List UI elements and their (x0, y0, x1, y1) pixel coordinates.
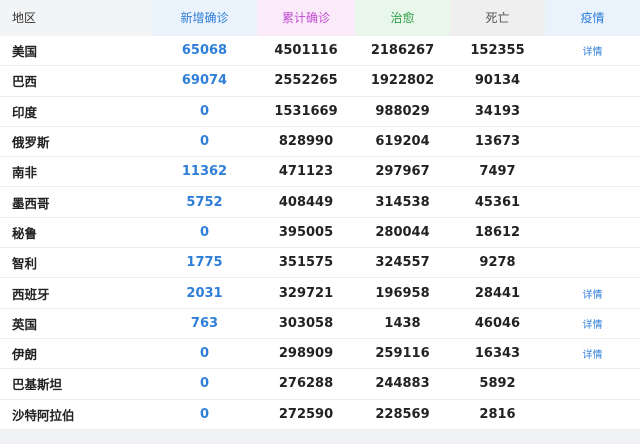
total-cases-cell: 276288 (278, 376, 334, 392)
table-row: 伊朗 0 298909 259116 16343 详情 (0, 339, 640, 370)
total-cases-cell: 471123 (278, 164, 334, 180)
cured-cell: 297967 (375, 164, 430, 180)
total-cases-cell: 1531669 (274, 103, 338, 119)
region-cell: 西班牙 (12, 286, 50, 302)
deaths-cell: 45361 (474, 194, 521, 210)
region-cell: 南非 (12, 165, 38, 181)
table-row: 俄罗斯 0 828990 619204 13673 (0, 127, 640, 158)
region-cell: 巴西 (12, 74, 38, 90)
table-row: 南非 11362 471123 297967 7497 (0, 157, 640, 188)
total-cases-cell: 303058 (278, 315, 334, 331)
table-row: 巴基斯坦 0 276288 244883 5892 (0, 369, 640, 400)
region-cell: 伊朗 (12, 347, 38, 363)
new-cases-cell: 1775 (186, 255, 223, 271)
table-row: 墨西哥 5752 408449 314538 45361 (0, 187, 640, 218)
total-cases-cell: 329721 (278, 285, 334, 301)
total-cases-cell: 2552265 (274, 73, 338, 89)
epidemic-table: 地区 新增确诊 累计确诊 治愈 死亡 疫情 美国 65068 4501116 2186… (0, 0, 640, 430)
cured-cell: 2186267 (370, 43, 435, 59)
cured-cell: 1438 (384, 315, 421, 331)
cured-cell: 259116 (375, 346, 430, 362)
deaths-cell: 152355 (470, 43, 525, 59)
detail-link[interactable]: 详情 (545, 316, 640, 331)
table-row: 西班牙 2031 329721 196958 28441 详情 (0, 278, 640, 309)
deaths-cell: 34193 (474, 103, 521, 119)
region-cell: 秘鲁 (12, 225, 38, 241)
detail-link[interactable]: 详情 (545, 43, 640, 58)
region-cell: 美国 (12, 44, 38, 60)
new-cases-cell: 0 (199, 103, 210, 119)
table-row: 英国 763 303058 1438 46046 详情 (0, 309, 640, 339)
detail-link[interactable]: 详情 (545, 346, 640, 361)
deaths-cell: 7497 (479, 164, 516, 180)
table-row: 美国 65068 4501116 2186267 152355 详情 (0, 36, 640, 67)
region-cell: 智利 (12, 256, 38, 272)
new-cases-cell: 0 (199, 346, 210, 362)
table-row: 秘鲁 0 395005 280044 18612 (0, 218, 640, 249)
new-cases-cell: 0 (199, 224, 210, 240)
new-cases-cell: 2031 (186, 285, 223, 301)
cured-cell: 314538 (375, 194, 430, 210)
cured-cell: 1922802 (370, 73, 435, 89)
deaths-cell: 28441 (474, 285, 521, 301)
new-cases-cell: 69074 (181, 73, 228, 89)
cured-cell: 619204 (375, 134, 430, 150)
header-deaths: 死亡 (450, 0, 545, 36)
cured-cell: 228569 (375, 406, 430, 422)
new-cases-cell: 0 (199, 134, 210, 150)
deaths-cell: 2816 (479, 406, 516, 422)
region-cell: 印度 (12, 104, 38, 120)
total-cases-cell: 351575 (278, 255, 334, 271)
new-cases-cell: 0 (199, 406, 210, 422)
header-detail: 疫情 (545, 0, 640, 36)
cured-cell: 196958 (375, 285, 430, 301)
total-cases-cell: 4501116 (274, 43, 338, 59)
table-body: 美国 65068 4501116 2186267 152355 详情 巴西 69074 2552… (0, 36, 640, 430)
deaths-cell: 18612 (474, 224, 521, 240)
table-row: 印度 0 1531669 988029 34193 (0, 97, 640, 127)
total-cases-cell: 395005 (278, 224, 334, 240)
table-header: 地区 新增确诊 累计确诊 治愈 死亡 疫情 (0, 0, 640, 36)
new-cases-cell: 11362 (181, 164, 228, 180)
deaths-cell: 16343 (474, 346, 521, 362)
total-cases-cell: 272590 (278, 406, 334, 422)
region-cell: 英国 (12, 316, 38, 332)
cured-cell: 280044 (375, 224, 430, 240)
new-cases-cell: 763 (190, 315, 219, 331)
header-region: 地区 (0, 0, 152, 36)
deaths-cell: 13673 (474, 134, 521, 150)
cured-cell: 244883 (375, 376, 430, 392)
table-row: 巴西 69074 2552265 1922802 90134 (0, 66, 640, 97)
deaths-cell: 5892 (479, 376, 516, 392)
detail-link[interactable]: 详情 (545, 286, 640, 301)
table-row: 沙特阿拉伯 0 272590 228569 2816 (0, 400, 640, 430)
table-row: 智利 1775 351575 324557 9278 (0, 248, 640, 279)
deaths-cell: 46046 (474, 315, 521, 331)
total-cases-cell: 828990 (278, 134, 334, 150)
page-bottom (0, 429, 640, 444)
total-cases-cell: 298909 (278, 346, 334, 362)
region-cell: 巴基斯坦 (12, 377, 63, 393)
header-total-cases: 累计确诊 (257, 0, 355, 36)
cured-cell: 324557 (375, 255, 430, 271)
total-cases-cell: 408449 (278, 194, 334, 210)
new-cases-cell: 5752 (186, 194, 223, 210)
cured-cell: 988029 (375, 103, 430, 119)
header-new-cases: 新增确诊 (152, 0, 257, 36)
region-cell: 墨西哥 (12, 195, 50, 211)
region-cell: 沙特阿拉伯 (12, 407, 75, 423)
region-cell: 俄罗斯 (12, 135, 50, 151)
deaths-cell: 90134 (474, 73, 521, 89)
new-cases-cell: 0 (199, 376, 210, 392)
new-cases-cell: 65068 (181, 43, 228, 59)
header-cured: 治愈 (355, 0, 450, 36)
deaths-cell: 9278 (479, 255, 516, 271)
